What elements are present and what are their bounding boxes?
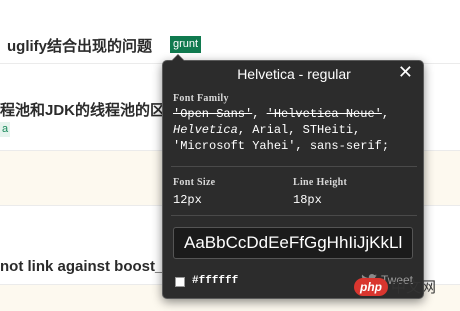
watermark-text: 中文网: [391, 279, 437, 296]
divider: [171, 215, 417, 216]
question-title-link[interactable]: uglify结合出现的问题: [7, 35, 152, 56]
font-family-open-sans: 'Open Sans': [173, 107, 253, 121]
question-title-link[interactable]: 程池和JDK的线程池的区: [0, 99, 165, 120]
color-value: #ffffff: [192, 275, 239, 287]
font-inspector-popup: Helvetica - regular ✕ Font Family 'Open …: [162, 54, 424, 299]
font-family-tail: 'Microsoft Yahei', sans-serif;: [173, 139, 390, 153]
font-family-helvetica: Helvetica: [173, 123, 238, 137]
line-height-value: 18px: [293, 193, 322, 207]
font-family-rest: , Arial, STHeiti,: [237, 123, 361, 137]
color-checkbox[interactable]: [175, 277, 185, 287]
font-family-value: 'Open Sans', 'Helvetica Neue', Helvetica,…: [173, 106, 421, 154]
line-height-label: Line Height: [293, 177, 348, 188]
watermark-badge: php: [354, 277, 388, 296]
font-size-value: 12px: [173, 193, 202, 207]
font-sample-text: AaBbCcDdEeFfGgHhIiJjKkLl: [184, 233, 403, 252]
close-icon[interactable]: ✕: [398, 63, 413, 81]
popup-arrow-inner: [172, 55, 184, 61]
font-sample-box[interactable]: AaBbCcDdEeFfGgHhIiJjKkLl: [173, 227, 413, 259]
tag-grunt[interactable]: grunt: [170, 36, 202, 53]
tag-partial[interactable]: a: [0, 122, 11, 137]
divider: [171, 166, 417, 167]
font-family-label: Font Family: [173, 93, 229, 104]
popup-title: Helvetica - regular: [237, 66, 351, 82]
font-family-helvetica-neue: 'Helvetica Neue': [266, 107, 382, 121]
watermark-logo: php 中文网: [354, 276, 436, 297]
font-size-label: Font Size: [173, 177, 216, 188]
font-family-separator: ,: [252, 107, 267, 121]
font-family-separator: ,: [381, 107, 390, 121]
